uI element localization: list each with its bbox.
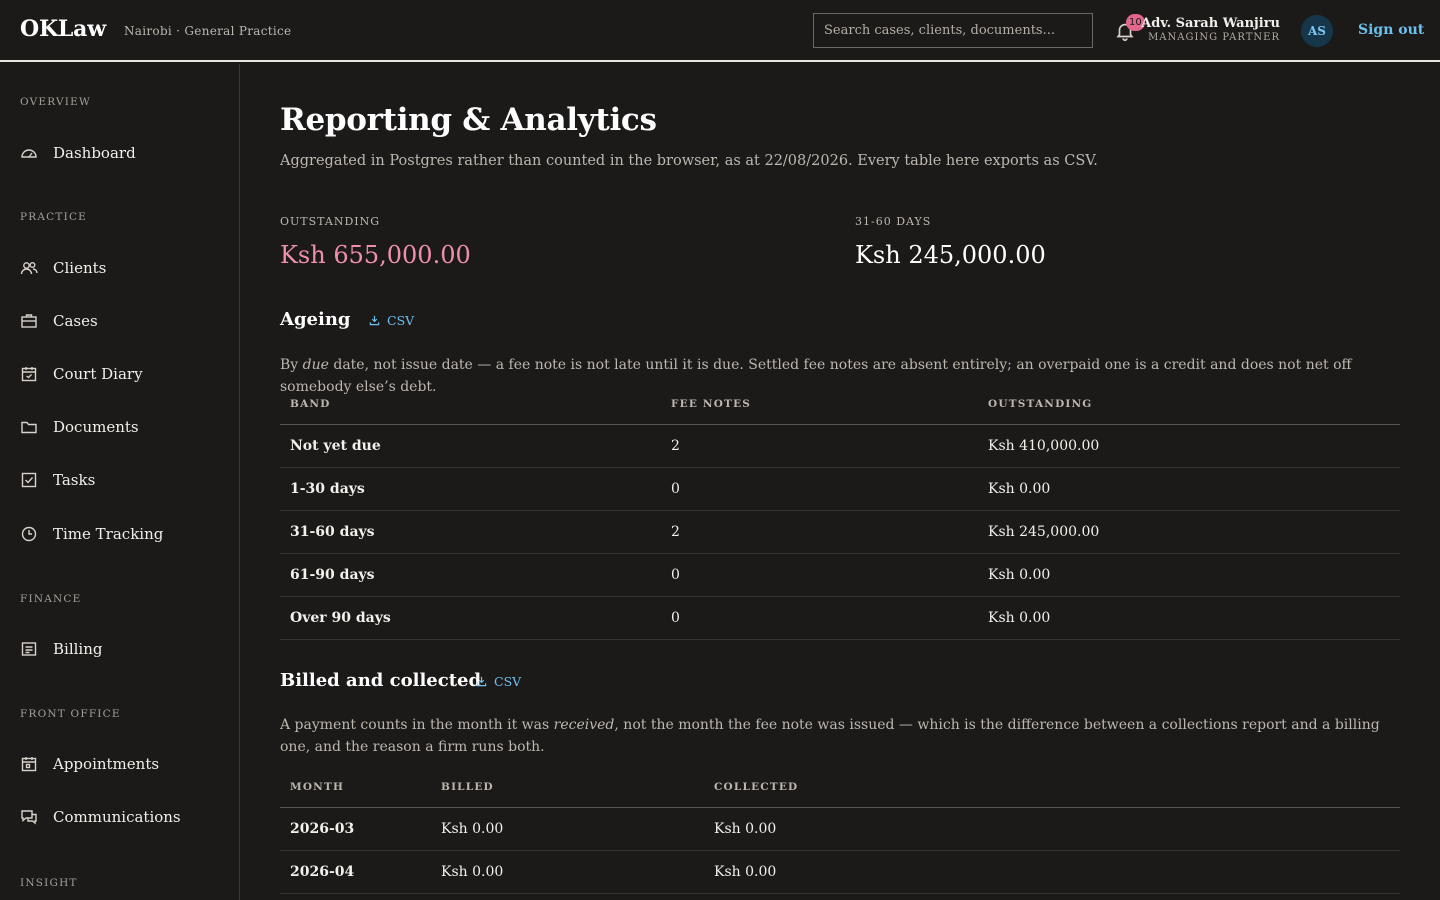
download-icon [369, 315, 380, 326]
sidebar-item-label: Clients [53, 259, 107, 277]
section-insight: INSIGHT [20, 877, 78, 889]
brand-logo[interactable]: OKLaw [20, 16, 106, 42]
table-cell: Ksh 0.00 [431, 807, 704, 851]
table-cell: 31-60 days [280, 510, 661, 554]
billed-description: A payment counts in the month it was rec… [280, 717, 1380, 755]
csv-label: CSV [387, 313, 415, 328]
table-row: 2026-03 Ksh 0.00 Ksh 0.00 [280, 807, 1400, 851]
chat-icon [20, 808, 38, 826]
table-row: Not yet due 2 Ksh 410,000.00 [280, 424, 1400, 468]
folder-icon [20, 418, 38, 436]
sidebar-item-communications[interactable]: Communications [20, 802, 220, 832]
calendar-icon [20, 755, 38, 773]
sidebar-item-label: Billing [53, 640, 103, 658]
users-icon [20, 259, 38, 277]
ageing-csv-button[interactable]: CSV [369, 313, 414, 328]
table-cell: Ksh 0.00 [704, 807, 1400, 851]
sidebar-item-documents[interactable]: Documents [20, 412, 220, 442]
sidebar-item-label: Cases [53, 312, 98, 330]
calendar-check-icon [20, 365, 38, 383]
table-row: 61-90 days 0 Ksh 0.00 [280, 553, 1400, 597]
gauge-icon [20, 144, 38, 162]
sidebar-item-tasks[interactable]: Tasks [20, 465, 220, 495]
table-cell: 2026-04 [280, 850, 431, 894]
table-cell: Ksh 0.00 [431, 850, 704, 894]
page-subtitle: Aggregated in Postgres rather than count… [280, 153, 1098, 169]
table-cell: Over 90 days [280, 596, 661, 640]
sidebar-item-court-diary[interactable]: Court Diary [20, 359, 220, 389]
table-cell: 61-90 days [280, 553, 661, 597]
column-header: FEE NOTES [661, 384, 978, 425]
user-name: Adv. Sarah Wanjiru [1141, 16, 1280, 31]
sidebar-item-clients[interactable]: Clients [20, 253, 220, 283]
table-cell: 2026-03 [280, 807, 431, 851]
table-cell: 1-30 days [280, 467, 661, 511]
sign-out-link[interactable]: Sign out [1358, 22, 1424, 38]
kpi-31-60-label: 31-60 DAYS [855, 215, 932, 228]
table-cell: Ksh 0.00 [978, 467, 1400, 511]
table-cell: Ksh 410,000.00 [978, 424, 1400, 468]
section-front-office: FRONT OFFICE [20, 708, 121, 720]
sidebar: OVERVIEW Dashboard PRACTICE Clients Case… [0, 64, 240, 900]
clock-icon [20, 525, 38, 543]
sidebar-item-cases[interactable]: Cases [20, 306, 220, 336]
sidebar-item-time-tracking[interactable]: Time Tracking [20, 519, 220, 549]
sidebar-item-label: Documents [53, 418, 139, 436]
table-cell: Ksh 0.00 [978, 596, 1400, 640]
csv-label: CSV [494, 674, 522, 689]
download-icon [476, 676, 487, 687]
table-cell: 2 [661, 424, 978, 468]
brand-subtitle: Nairobi · General Practice [124, 24, 292, 38]
kpi-outstanding-label: OUTSTANDING [280, 215, 381, 228]
billed-table: MONTH BILLED COLLECTED 2026-03 Ksh 0.00 Ksh … [280, 767, 1400, 894]
table-cell: Ksh 0.00 [704, 850, 1400, 894]
table-cell: Ksh 0.00 [978, 553, 1400, 597]
briefcase-icon [20, 312, 38, 330]
column-header: BILLED [431, 767, 704, 808]
table-cell: 0 [661, 596, 978, 640]
table-cell: Ksh 245,000.00 [978, 510, 1400, 554]
sidebar-item-dashboard[interactable]: Dashboard [20, 138, 220, 168]
page-title: Reporting & Analytics [280, 102, 657, 138]
column-header: BAND [280, 384, 661, 425]
sidebar-item-label: Court Diary [53, 365, 143, 383]
table-row: 31-60 days 2 Ksh 245,000.00 [280, 510, 1400, 554]
receipt-icon [20, 640, 38, 658]
section-practice: PRACTICE [20, 211, 88, 223]
sidebar-item-label: Communications [53, 808, 181, 826]
kpi-outstanding-value: Ksh 655,000.00 [280, 241, 471, 269]
sidebar-item-label: Dashboard [53, 144, 136, 162]
ageing-title: Ageing [280, 309, 351, 330]
column-header: OUTSTANDING [978, 384, 1400, 425]
table-row: 1-30 days 0 Ksh 0.00 [280, 467, 1400, 511]
sidebar-item-appointments[interactable]: Appointments [20, 749, 220, 779]
billed-title: Billed and collected [280, 670, 482, 691]
search-input[interactable] [813, 13, 1093, 48]
sidebar-item-label: Appointments [53, 755, 160, 773]
table-row: 2026-04 Ksh 0.00 Ksh 0.00 [280, 850, 1400, 894]
table-cell: Not yet due [280, 424, 661, 468]
kpi-31-60-value: Ksh 245,000.00 [855, 241, 1046, 269]
user-role: MANAGING PARTNER [1148, 32, 1280, 43]
table-cell: 0 [661, 553, 978, 597]
billed-csv-button[interactable]: CSV [476, 674, 521, 689]
top-bar: OKLaw Nairobi · General Practice 10 Adv.… [0, 0, 1440, 62]
table-cell: 0 [661, 467, 978, 511]
table-cell: 2 [661, 510, 978, 554]
checkbox-icon [20, 471, 38, 489]
sidebar-item-billing[interactable]: Billing [20, 634, 220, 664]
avatar[interactable]: AS [1301, 15, 1333, 47]
section-finance: FINANCE [20, 593, 82, 605]
sidebar-item-label: Time Tracking [53, 525, 164, 543]
column-header: COLLECTED [704, 767, 1400, 808]
section-overview: OVERVIEW [20, 96, 91, 108]
ageing-table: BAND FEE NOTES OUTSTANDING Not yet due 2 Ksh… [280, 384, 1400, 640]
sidebar-item-label: Tasks [53, 471, 96, 489]
column-header: MONTH [280, 767, 431, 808]
table-row: Over 90 days 0 Ksh 0.00 [280, 596, 1400, 640]
